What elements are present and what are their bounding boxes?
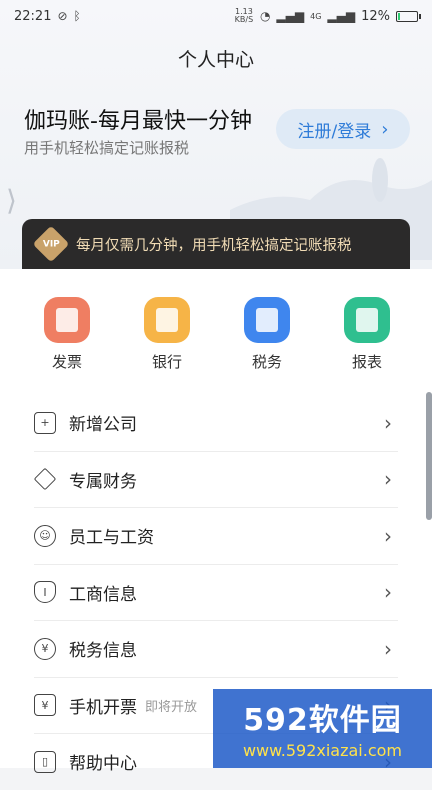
watermark: 592软件园 www.592xiazai.com xyxy=(213,689,432,768)
page-title: 个人中心 xyxy=(177,49,254,71)
add-company-icon: + xyxy=(34,411,56,434)
net-speed: 1.13 KB/S xyxy=(234,7,254,24)
chevron-right-icon: › xyxy=(384,580,392,605)
battery-level xyxy=(398,12,401,20)
menu-item-exclusive-finance[interactable]: 专属财务 › xyxy=(33,452,398,508)
book-icon: ▯ xyxy=(34,750,56,773)
clock: 22:21 xyxy=(14,8,52,24)
shield-icon: I xyxy=(34,581,56,604)
battery-percent: 12% xyxy=(361,8,390,24)
quick-action-bank[interactable]: 银行 xyxy=(117,297,217,372)
chevron-left-icon[interactable]: ⟩ xyxy=(6,184,17,217)
scrollbar-thumb[interactable] xyxy=(426,392,432,520)
menu-item-tax-info[interactable]: ¥ 税务信息 › xyxy=(34,621,398,678)
quick-action-report[interactable]: 报表 xyxy=(317,297,417,372)
battery-icon xyxy=(396,10,421,22)
hero-subtitle: 用手机轻松搞定记账报税 xyxy=(24,139,190,157)
chevron-right-icon: › xyxy=(384,410,392,435)
diamond-icon xyxy=(33,467,57,491)
chevron-right-icon: › xyxy=(381,118,389,140)
coming-soon-note: 即将开放 xyxy=(145,699,198,715)
invoice-icon xyxy=(44,297,90,343)
vip-banner-text: 每月仅需几分钟，用手机轻松搞定记账报税 xyxy=(76,237,352,254)
report-icon xyxy=(344,297,390,343)
login-button[interactable]: 注册/登录 › xyxy=(276,109,410,149)
staff-icon: ☺ xyxy=(34,524,56,547)
menu-item-add-company[interactable]: + 新增公司 › xyxy=(34,395,398,452)
quick-actions: 发票 银行 税务 报表 xyxy=(0,297,432,372)
bluetooth-icon: ᛒ xyxy=(73,9,81,23)
status-bar: 22:21 ⊘ ᛒ 1.13 KB/S ◔ ▂▄▆ 4G ▂▄▆ 12% xyxy=(0,0,432,32)
tax-icon: ¥ xyxy=(34,637,56,660)
hero-title: 伽玛账-每月最快一分钟 xyxy=(24,109,252,134)
invoice-icon: ¥ xyxy=(34,694,56,717)
menu-item-business-info[interactable]: I 工商信息 › xyxy=(34,565,398,621)
vip-badge-icon: VIP xyxy=(32,225,70,263)
watermark-logo: 592软件园 xyxy=(243,703,402,738)
tax-icon xyxy=(244,297,290,343)
signal-icon: ▂▄▆ xyxy=(276,9,305,23)
chevron-right-icon: › xyxy=(384,636,392,661)
wifi-icon: ◔ xyxy=(259,9,271,23)
chevron-right-icon: › xyxy=(384,523,392,548)
chevron-right-icon: › xyxy=(384,467,392,492)
menu-item-staff-salary[interactable]: ☺ 员工与工资 › xyxy=(34,508,398,565)
network-type: 4G xyxy=(310,11,322,21)
signal-icon-2: ▂▄▆ xyxy=(327,9,356,23)
watermark-url: www.592xiazai.com xyxy=(242,741,403,760)
quick-action-tax[interactable]: 税务 xyxy=(217,297,317,372)
mute-icon: ⊘ xyxy=(57,9,68,23)
login-label: 注册/登录 xyxy=(297,121,372,142)
quick-action-invoice[interactable]: 发票 xyxy=(17,297,117,372)
bank-icon xyxy=(144,297,190,343)
vip-banner[interactable]: VIP 每月仅需几分钟，用手机轻松搞定记账报税 xyxy=(22,219,410,269)
